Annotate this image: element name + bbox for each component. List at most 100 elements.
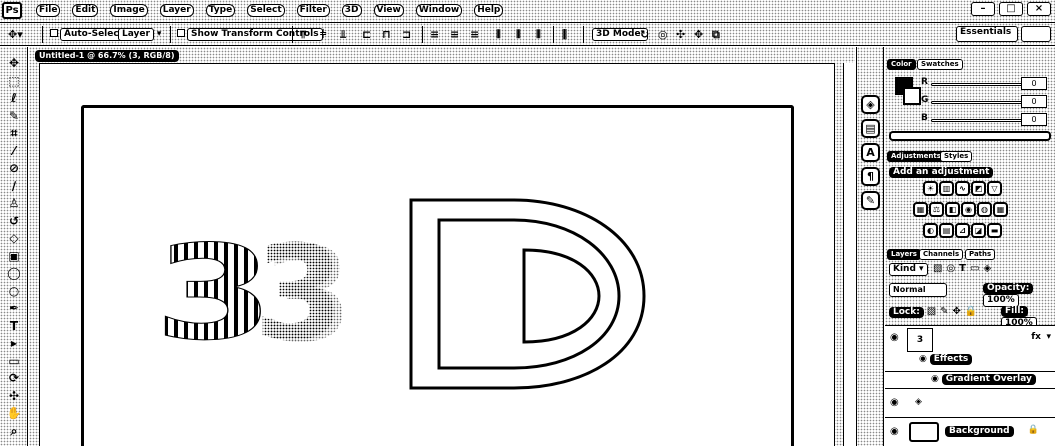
- selective-color-icon[interactable]: ◪: [971, 223, 986, 238]
- move-tool-icon[interactable]: ✥: [5, 55, 23, 72]
- close-button[interactable]: ×: [1027, 2, 1051, 16]
- layer-effect-row[interactable]: ◉ Gradient Overlay: [885, 372, 1055, 388]
- menu-filter[interactable]: Filter: [296, 4, 330, 17]
- eye-icon[interactable]: ◉: [890, 426, 899, 437]
- channel-mixer-icon[interactable]: ◍: [977, 202, 992, 217]
- color-lookup-icon[interactable]: ▦: [993, 202, 1008, 217]
- effects-row[interactable]: ◉ Effects: [919, 354, 973, 365]
- document-tab[interactable]: Untitled-1 @ 66.7% (3, RGB/8): [35, 50, 179, 62]
- gradient-tool-icon[interactable]: ▣: [5, 248, 23, 265]
- color-slider-b[interactable]: B 0: [921, 113, 1051, 127]
- 3d-orbit-tool-icon[interactable]: ✣: [5, 388, 23, 405]
- align-top-icon[interactable]: ⫪: [300, 29, 306, 41]
- menu-window[interactable]: Window: [415, 4, 463, 17]
- tab-swatches[interactable]: Swatches: [917, 59, 963, 70]
- menu-3d[interactable]: 3D: [341, 4, 362, 17]
- dist-hcenter-icon[interactable]: ⦀: [516, 29, 521, 41]
- align-vcenter-icon[interactable]: ⫩: [320, 29, 326, 41]
- workspace-dropdown[interactable]: Essentials: [956, 26, 1018, 42]
- blur-tool-icon[interactable]: ◯: [5, 265, 23, 282]
- paragraph-panel-icon[interactable]: ¶: [861, 167, 880, 186]
- align-left-icon[interactable]: ⊏: [362, 29, 371, 41]
- layer-row-background[interactable]: ◉ Background 🔒: [885, 418, 1055, 446]
- crop-tool-icon[interactable]: ⌗: [5, 125, 23, 142]
- minimize-button[interactable]: –: [971, 2, 995, 16]
- brightness-icon[interactable]: ☀: [923, 181, 938, 196]
- slider-track[interactable]: [931, 119, 1023, 122]
- auto-align-icon[interactable]: ⫼: [562, 29, 567, 41]
- 3d-rotate-icon[interactable]: ↻: [640, 29, 649, 41]
- hand-tool-icon[interactable]: ✋: [5, 405, 23, 422]
- menu-help[interactable]: Help: [474, 4, 504, 17]
- color-slider-r[interactable]: R 0: [921, 77, 1051, 91]
- menu-type[interactable]: Type: [205, 4, 236, 17]
- chevron-down-icon[interactable]: ▾: [1046, 332, 1051, 342]
- 3d-panel-icon[interactable]: ◈: [861, 95, 880, 114]
- dist-vcenter-icon[interactable]: ≡: [450, 29, 459, 41]
- type-tool-icon[interactable]: T: [5, 318, 23, 335]
- menu-view[interactable]: View: [373, 4, 404, 17]
- blend-mode-dropdown[interactable]: Normal: [889, 283, 947, 297]
- channel-value[interactable]: 0: [1021, 95, 1047, 108]
- auto-select-checkbox[interactable]: [50, 29, 58, 37]
- pen-tool-icon[interactable]: ✒: [5, 300, 23, 317]
- vertical-scrollbar[interactable]: [843, 63, 855, 446]
- layer-kind-filter[interactable]: Kind ▾: [889, 263, 928, 276]
- layer-row-3d[interactable]: ◉ 3 fx ▾ ◉ Effects: [885, 326, 1055, 372]
- channel-value[interactable]: 0: [1021, 113, 1047, 126]
- healing-brush-tool-icon[interactable]: ⊘: [5, 160, 23, 177]
- gradient-overlay-row[interactable]: ◉ Gradient Overlay: [931, 374, 1036, 385]
- vibrance-icon[interactable]: ▽: [987, 181, 1002, 196]
- workspace-menu-button[interactable]: [1021, 26, 1051, 42]
- 3d-roll-icon[interactable]: ◎: [658, 29, 668, 41]
- slider-track[interactable]: [931, 83, 1023, 86]
- slider-track[interactable]: [931, 101, 1023, 104]
- tab-paths[interactable]: Paths: [965, 249, 996, 260]
- zoom-tool-icon[interactable]: ⌕: [5, 423, 23, 440]
- color-slider-g[interactable]: G 0: [921, 95, 1051, 109]
- tab-channels[interactable]: Channels: [919, 249, 964, 260]
- tab-color[interactable]: Color: [887, 59, 916, 70]
- tab-adjustments[interactable]: Adjustments: [887, 151, 945, 162]
- channel-value[interactable]: 0: [1021, 77, 1047, 90]
- bw-icon[interactable]: ◧: [945, 202, 960, 217]
- levels-icon[interactable]: ▥: [939, 181, 954, 196]
- background-color-swatch[interactable]: [903, 87, 921, 105]
- align-bottom-icon[interactable]: ⫫: [340, 29, 346, 41]
- hue-sat-icon[interactable]: ▦: [913, 202, 928, 217]
- canvas[interactable]: 3 3 3: [39, 63, 835, 446]
- menu-file[interactable]: File: [36, 4, 61, 17]
- lasso-tool-icon[interactable]: ℓ: [5, 90, 23, 107]
- invert-icon[interactable]: ◐: [923, 223, 938, 238]
- lock-icons[interactable]: ▧✎✥🔒: [927, 306, 982, 317]
- dist-bottom-icon[interactable]: ≡: [470, 29, 479, 41]
- history-brush-tool-icon[interactable]: ↺: [5, 213, 23, 230]
- brush-tool-icon[interactable]: ∕: [5, 178, 23, 195]
- exposure-icon[interactable]: ◩: [971, 181, 986, 196]
- dist-left-icon[interactable]: ⦀: [496, 29, 501, 41]
- 3d-rotate-tool-icon[interactable]: ⟳: [5, 370, 23, 387]
- brush-panel-icon[interactable]: ✎: [861, 191, 880, 210]
- layer-filter-icons[interactable]: ▧◎T▭◈: [933, 263, 995, 274]
- clone-stamp-tool-icon[interactable]: ♙: [5, 195, 23, 212]
- marquee-tool-icon[interactable]: ⬚: [5, 73, 23, 90]
- menu-edit[interactable]: Edit: [72, 4, 99, 17]
- show-transform-checkbox[interactable]: [177, 29, 185, 37]
- fx-badge[interactable]: fx: [1031, 332, 1041, 342]
- maximize-button[interactable]: □: [999, 2, 1023, 16]
- gradient-map-icon[interactable]: ▬: [987, 223, 1002, 238]
- curves-icon[interactable]: ∿: [955, 181, 970, 196]
- auto-select-option[interactable]: Auto-Select: [50, 28, 128, 41]
- shape-tool-icon[interactable]: ▭: [5, 353, 23, 370]
- tab-layers[interactable]: Layers: [887, 249, 921, 260]
- path-select-tool-icon[interactable]: ▸: [5, 335, 23, 352]
- 3d-scale-icon[interactable]: ⧉: [712, 29, 720, 41]
- eye-icon[interactable]: ◉: [919, 354, 927, 364]
- dist-top-icon[interactable]: ≡: [430, 29, 439, 41]
- history-panel-icon[interactable]: ▤: [861, 119, 880, 138]
- menu-layer[interactable]: Layer: [159, 4, 194, 17]
- threshold-icon[interactable]: ⊿: [955, 223, 970, 238]
- quick-select-tool-icon[interactable]: ✎: [5, 108, 23, 125]
- color-balance-icon[interactable]: ⚖: [929, 202, 944, 217]
- dist-right-icon[interactable]: ⦀: [536, 29, 541, 41]
